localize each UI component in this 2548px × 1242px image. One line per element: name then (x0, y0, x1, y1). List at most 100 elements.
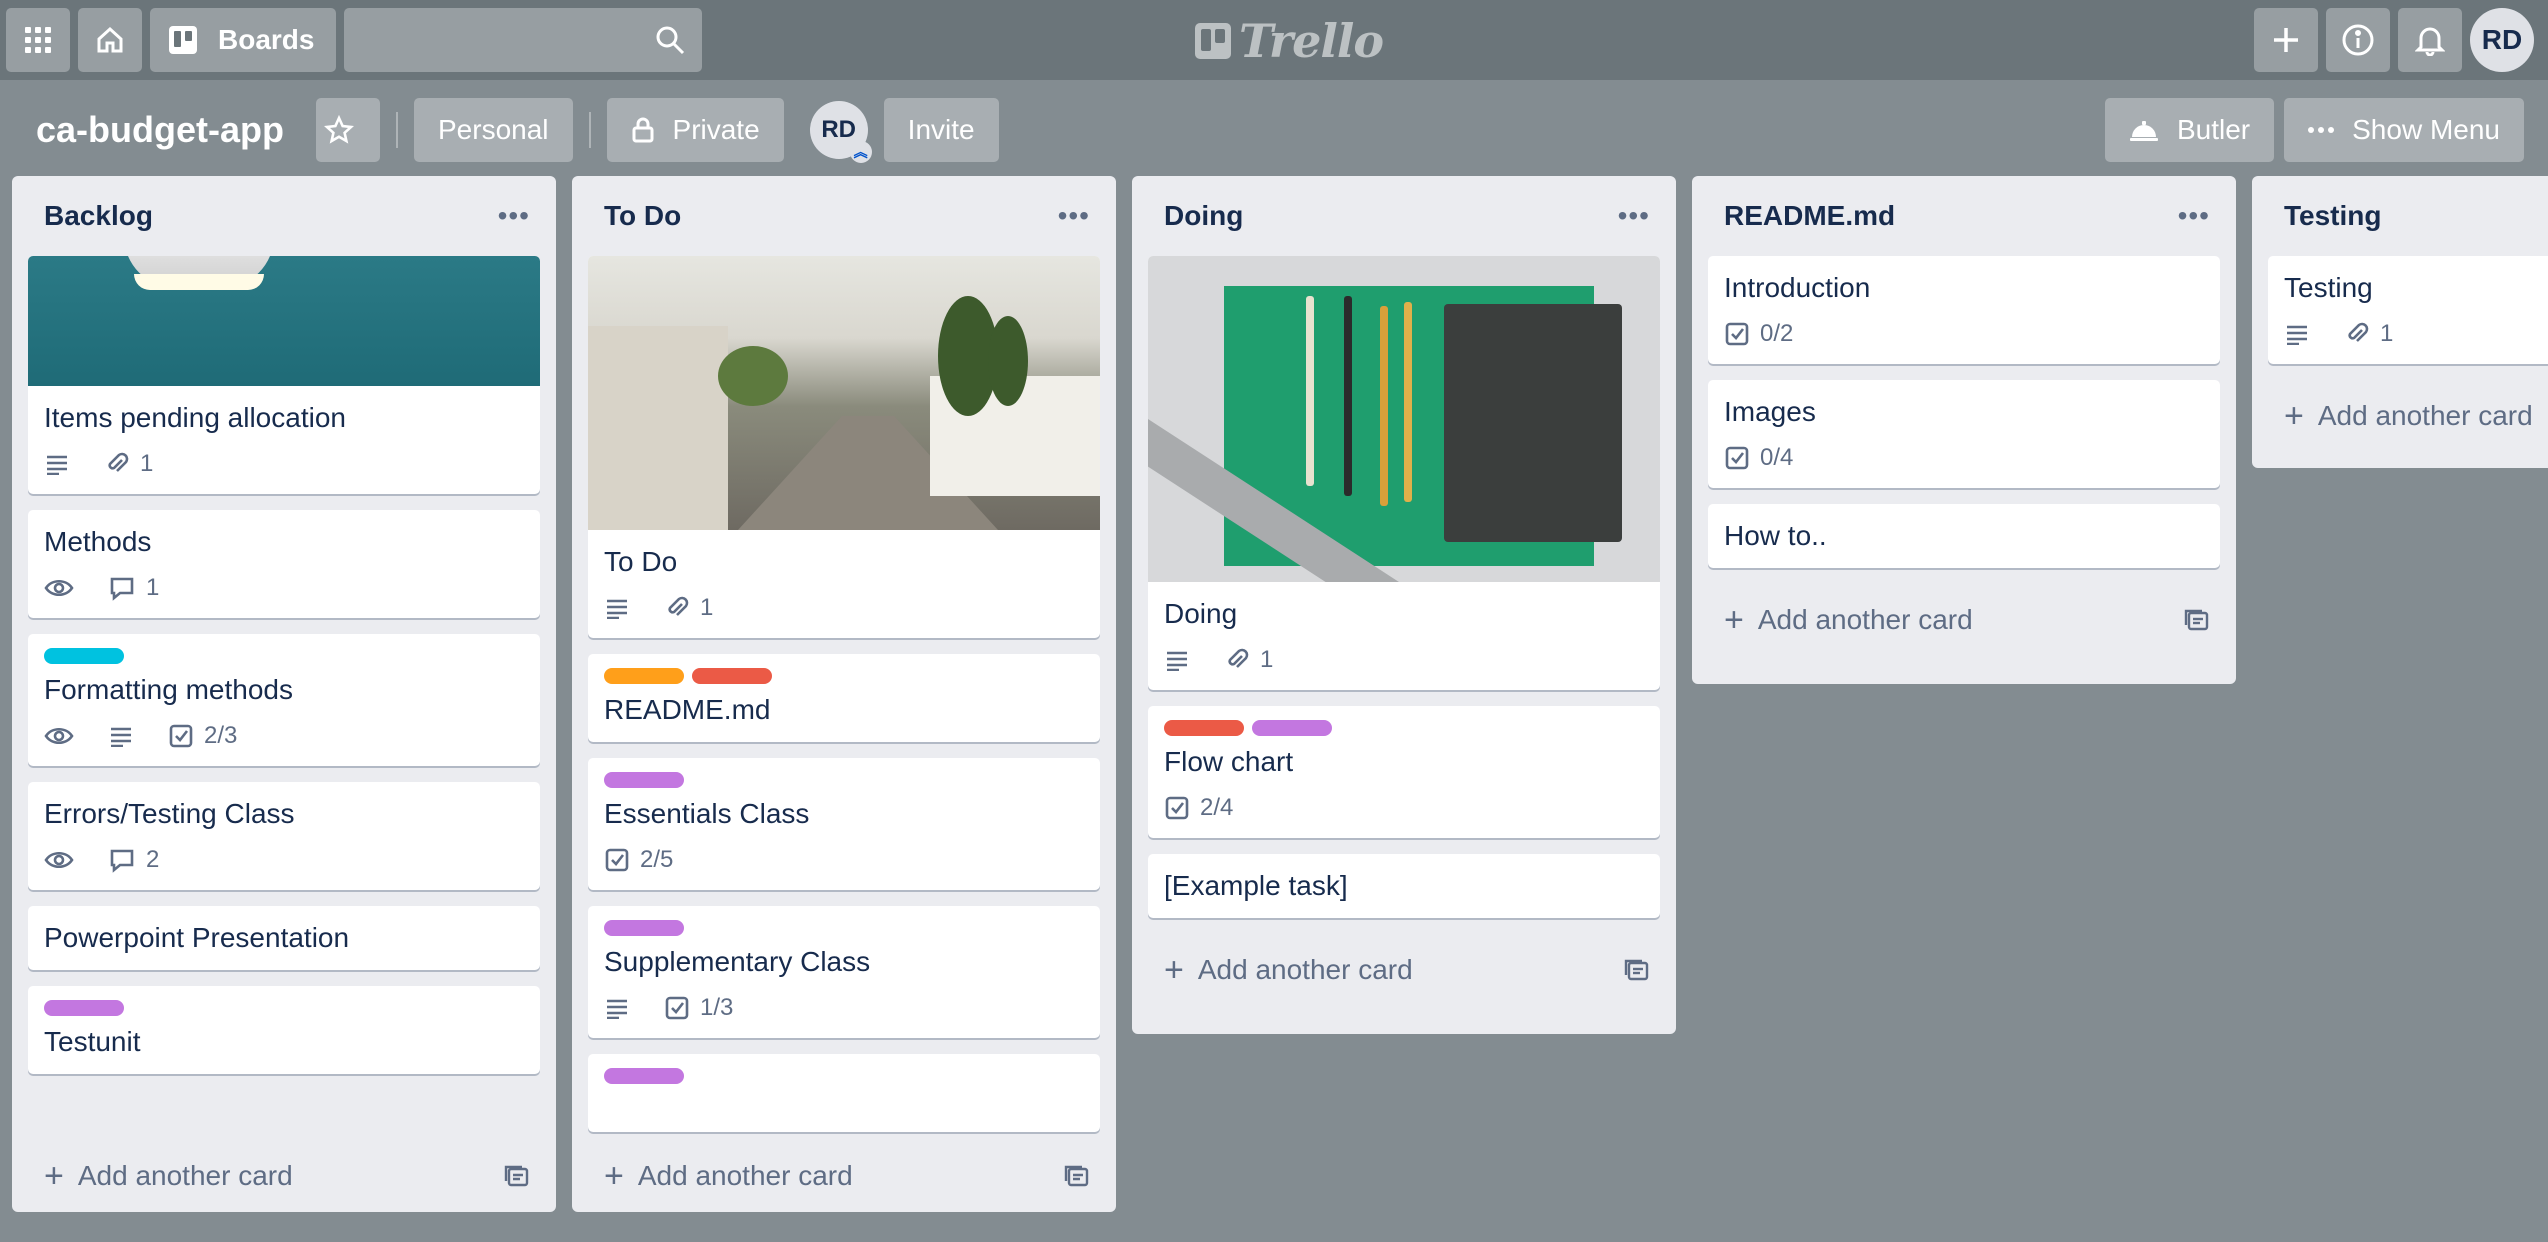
team-button[interactable]: Personal (414, 98, 573, 162)
list-card[interactable]: Formatting methods 2/3 (28, 634, 540, 766)
add-card-button[interactable]: + Add another card (1132, 934, 1676, 1006)
list-card[interactable]: Essentials Class 2/5 (588, 758, 1100, 890)
search-input[interactable] (344, 8, 703, 72)
card-template-icon[interactable] (2184, 608, 2210, 632)
checklist-count: 2/5 (640, 846, 674, 873)
board-title[interactable]: ca-budget-app (36, 109, 284, 151)
list-card[interactable]: Powerpoint Presentation (28, 906, 540, 970)
add-card-button[interactable]: + Add another card (12, 1140, 556, 1212)
list-card[interactable]: Testing 1 (2268, 256, 2548, 364)
add-card-button[interactable]: + Add another card (2252, 380, 2548, 452)
card-template-icon[interactable] (504, 1164, 530, 1188)
trello-logo-icon (1195, 23, 1231, 59)
list-backlog[interactable]: Backlog ••• Items pending allocation 1 M… (12, 176, 556, 1212)
header-right-actions: RD (2246, 8, 2534, 72)
checklist-badge: 2/5 (604, 846, 673, 874)
list-card[interactable]: Images 0/4 (1708, 380, 2220, 488)
add-card-label: Add another card (1757, 604, 1973, 635)
user-avatar[interactable]: RD (2470, 8, 2534, 72)
list-card[interactable]: Introduction 0/2 (1708, 256, 2220, 364)
card-template-icon[interactable] (1064, 1164, 1090, 1188)
card-list: Introduction 0/2 Images 0/4 How to.. (1692, 256, 2236, 568)
card-labels (604, 1068, 1084, 1084)
show-menu-button[interactable]: Show Menu (2284, 98, 2524, 162)
list-title[interactable]: Doing (1164, 200, 1243, 232)
list-card[interactable]: Flow chart 2/4 (1148, 706, 1660, 838)
watch-badge (44, 849, 84, 871)
board-canvas: Backlog ••• Items pending allocation 1 M… (0, 176, 2548, 1242)
attachment-badge: 1 (1224, 646, 1273, 674)
home-button[interactable] (78, 8, 142, 72)
card-badges: 0/4 (1724, 438, 2204, 478)
card-badges: 1/3 (604, 988, 1084, 1028)
grid-icon (25, 27, 51, 53)
list-title[interactable]: To Do (604, 200, 681, 232)
list-card[interactable]: To Do 1 (588, 256, 1100, 638)
list-testing[interactable]: Testing Testing 1 + Add another card (2252, 176, 2548, 468)
plus-icon: + (1164, 950, 1184, 989)
description-icon (607, 999, 627, 1019)
list-card[interactable]: Doing 1 (1148, 256, 1660, 690)
add-card-button[interactable]: + Add another card (1692, 584, 2236, 656)
list-card[interactable]: [Example task] (1148, 854, 1660, 918)
card-labels (44, 648, 524, 664)
invite-button[interactable]: Invite (883, 98, 999, 162)
list-title[interactable]: Testing (2284, 200, 2381, 232)
list-menu-icon[interactable]: ••• (1058, 200, 1090, 232)
label-purple (604, 772, 684, 788)
board-member-avatar[interactable]: RD ︽ (809, 101, 872, 163)
boards-label: Boards (218, 24, 315, 55)
butler-bell-icon (2129, 121, 2158, 141)
card-title: Images (1724, 396, 1816, 427)
list-card[interactable] (588, 1054, 1100, 1132)
list-to-do[interactable]: To Do ••• To Do 1 README.md Essentials C… (572, 176, 1116, 1212)
list-menu-icon[interactable]: ••• (1618, 200, 1650, 232)
create-button[interactable] (2254, 8, 2318, 72)
card-title: Testunit (44, 1026, 141, 1057)
checklist-icon (169, 724, 193, 748)
trello-logo[interactable]: Trello (1195, 14, 1384, 68)
star-board-button[interactable] (316, 98, 380, 162)
butler-button[interactable]: Butler (2104, 98, 2275, 162)
list-doing[interactable]: Doing ••• Doing 1 Flow chart 2/4 [Exampl… (1132, 176, 1676, 1034)
list-title[interactable]: README.md (1724, 200, 1895, 232)
attachment-count: 1 (1260, 646, 1274, 673)
list-card[interactable]: Testunit (28, 986, 540, 1074)
checklist-icon (1725, 322, 1749, 346)
label-orange (604, 668, 684, 684)
list-card[interactable]: Supplementary Class 1/3 (588, 906, 1100, 1038)
list-menu-icon[interactable]: ••• (2178, 200, 2210, 232)
add-card-button[interactable]: + Add another card (572, 1140, 1116, 1212)
comment-icon (110, 577, 134, 601)
list-card[interactable]: Items pending allocation 1 (28, 256, 540, 494)
paperclip-icon (1228, 648, 1249, 668)
boards-button[interactable]: Boards (150, 8, 337, 72)
notifications-button[interactable] (2398, 8, 2462, 72)
visibility-button[interactable]: Private (606, 98, 784, 162)
list-card[interactable]: README.md (588, 654, 1100, 742)
card-title: Methods (44, 526, 152, 557)
description-badge (2284, 323, 2320, 345)
board-header: ca-budget-app Personal Private RD ︽ Invi… (0, 90, 2548, 170)
card-title: Introduction (1724, 272, 1871, 303)
description-icon (2287, 325, 2307, 345)
label-red (1164, 720, 1244, 736)
list-title[interactable]: Backlog (44, 200, 153, 232)
lock-icon (632, 117, 654, 143)
list-card[interactable]: Methods 1 (28, 510, 540, 618)
card-template-icon[interactable] (1624, 958, 1650, 982)
card-badges: 2/3 (44, 716, 524, 756)
list-card[interactable]: How to.. (1708, 504, 2220, 568)
apps-menu-button[interactable] (6, 8, 70, 72)
attachment-badge: 1 (2344, 320, 2393, 348)
plus-icon: + (1724, 600, 1744, 639)
list-menu-icon[interactable]: ••• (498, 200, 530, 232)
info-button[interactable] (2326, 8, 2390, 72)
bell-icon (2415, 27, 2445, 56)
list-card[interactable]: Errors/Testing Class 2 (28, 782, 540, 890)
card-list: Testing 1 (2252, 256, 2548, 364)
list-readme[interactable]: README.md ••• Introduction 0/2 Images 0/… (1692, 176, 2236, 684)
comments-count: 2 (146, 846, 160, 873)
card-labels (604, 668, 1084, 684)
card-badges: 0/2 (1724, 314, 2204, 354)
